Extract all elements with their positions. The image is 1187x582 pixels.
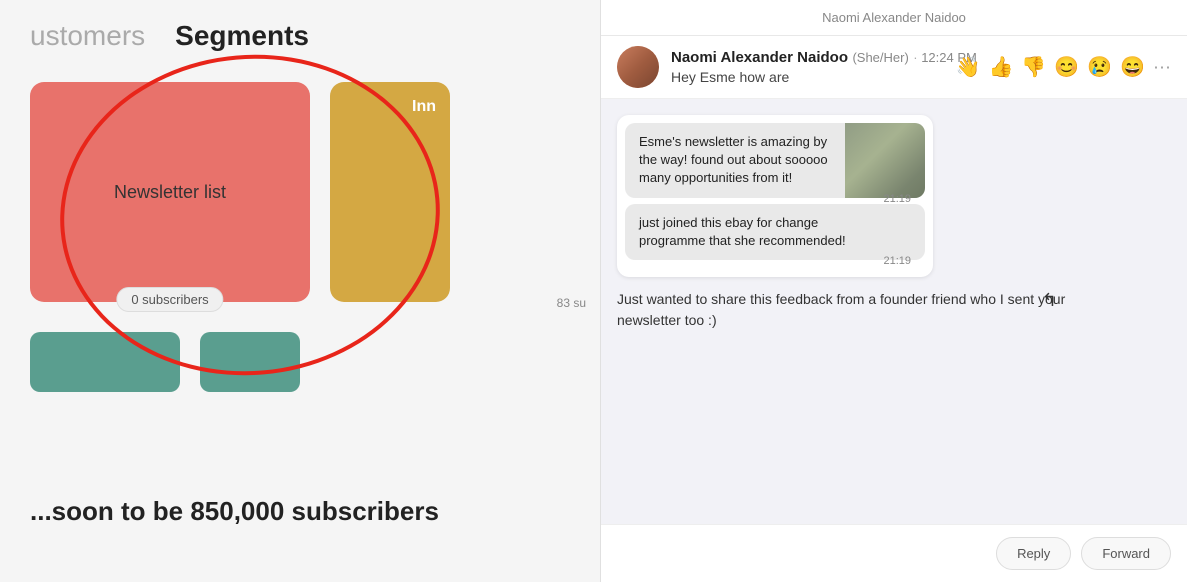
contact-pronouns: (She/Her) bbox=[852, 50, 908, 65]
emoji-thumbsup[interactable]: 👍 bbox=[988, 55, 1013, 80]
more-options-icon[interactable]: ··· bbox=[1153, 57, 1171, 78]
emoji-thumbsdown[interactable]: 👎 bbox=[1021, 55, 1046, 80]
screenshot-container: Esme's newsletter is amazing by the way!… bbox=[617, 115, 933, 277]
whatsapp-msg1-time: 21:19 bbox=[883, 192, 911, 207]
avatar-image bbox=[617, 46, 659, 88]
emoji-sad[interactable]: 😢 bbox=[1087, 55, 1112, 80]
emoji-plus-smile[interactable]: 😄 bbox=[1120, 55, 1145, 80]
avatar bbox=[617, 46, 659, 88]
emoji-wave[interactable]: 👋 bbox=[956, 55, 981, 80]
reply-button[interactable]: Reply bbox=[996, 537, 1071, 570]
right-panel: Naomi Alexander Naidoo Naomi Alexander N… bbox=[600, 0, 1187, 582]
newsletter-inner: Newsletter list bbox=[30, 82, 310, 302]
teal-card-2[interactable] bbox=[200, 332, 300, 392]
left-header: ustomers Segments bbox=[0, 0, 600, 62]
cards-area: Newsletter list 0 subscribers Inn 83 su bbox=[0, 62, 600, 322]
emoji-bar: 👋 👍 👎 😊 😢 😄 ··· bbox=[956, 55, 1171, 80]
whatsapp-message-2: just joined this ebay for change program… bbox=[625, 204, 925, 260]
contact-name: Naomi Alexander Naidoo bbox=[671, 49, 848, 66]
left-panel: ustomers Segments Newsletter list 0 subs… bbox=[0, 0, 600, 582]
chat-body: Esme's newsletter is amazing by the way!… bbox=[601, 99, 1187, 524]
inn-card-label: Inn bbox=[412, 98, 436, 116]
emoji-smile[interactable]: 😊 bbox=[1054, 55, 1079, 80]
soon-text: ...soon to be 850,000 subscribers bbox=[30, 496, 439, 527]
newsletter-card-title: Newsletter list bbox=[114, 182, 226, 203]
whatsapp-message-1: Esme's newsletter is amazing by the way!… bbox=[625, 123, 925, 198]
chat-footer: Reply Forward bbox=[601, 524, 1187, 582]
inn-subscribers: 83 su bbox=[557, 296, 586, 310]
top-bar-label: Naomi Alexander Naidoo bbox=[822, 10, 966, 25]
forward-button[interactable]: Forward bbox=[1081, 537, 1171, 570]
chat-header: Naomi Alexander Naidoo (She/Her) · 12:24… bbox=[601, 36, 1187, 99]
newsletter-card[interactable]: Newsletter list 0 subscribers bbox=[30, 82, 310, 302]
bottom-cards bbox=[0, 322, 600, 402]
chat-top-bar: Naomi Alexander Naidoo bbox=[601, 0, 1187, 36]
whatsapp-msg2-time: 21:19 bbox=[883, 254, 911, 269]
customers-label: ustomers bbox=[30, 20, 145, 52]
newsletter-subscribers-badge: 0 subscribers bbox=[116, 287, 223, 312]
body-text-message: Just wanted to share this feedback from … bbox=[617, 289, 1117, 331]
inn-card[interactable]: Inn bbox=[330, 82, 450, 302]
teal-card-1[interactable] bbox=[30, 332, 180, 392]
segments-label: Segments bbox=[175, 20, 309, 52]
